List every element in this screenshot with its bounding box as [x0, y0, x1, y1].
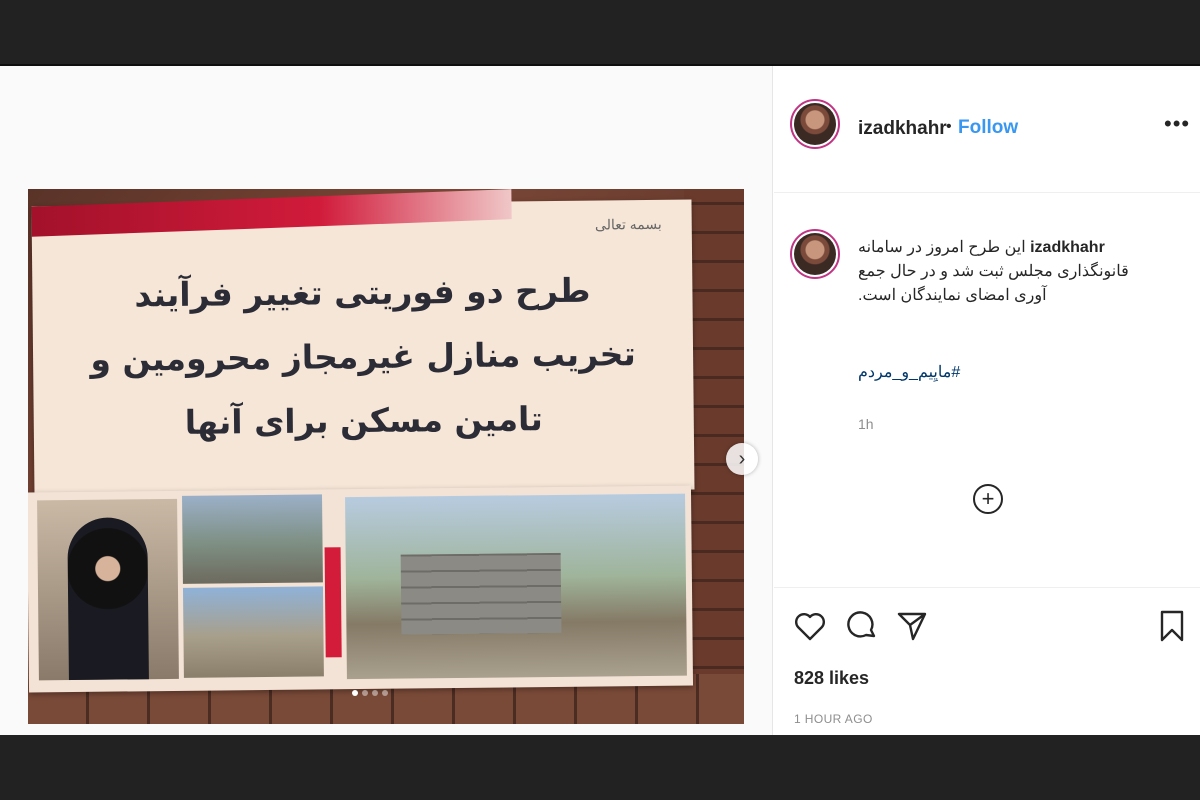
- posted-time: 1 HOUR AGO: [794, 712, 873, 726]
- carousel-dots: [352, 690, 388, 696]
- top-letterbox: [0, 0, 1200, 64]
- post-media-panel: بسمه تعالی طرح دو فوریتی تغییر فرآیند تخ…: [0, 66, 773, 735]
- post-side-panel: izadkhahr • Follow ••• izadkhahr این طرح…: [774, 66, 1200, 735]
- woman-figure: [67, 517, 150, 681]
- carousel-dot: [382, 690, 388, 696]
- bottom-letterbox: [0, 735, 1200, 800]
- photo-woman: [37, 498, 179, 681]
- caption: izadkhahr این طرح امروز در سامانه قانونگ…: [858, 236, 1158, 308]
- bismillah-text: بسمه تعالی: [594, 215, 662, 233]
- carousel-dot: [372, 690, 378, 696]
- username-link[interactable]: izadkhahr: [858, 118, 947, 140]
- post-header: izadkhahr • Follow •••: [774, 66, 1200, 193]
- separator-dot: •: [946, 118, 952, 135]
- photo-ruins: [182, 586, 324, 678]
- headline-text: طرح دو فوریتی تغییر فرآیند تخریب منازل غ…: [52, 258, 674, 456]
- avatar-image: [794, 233, 836, 275]
- instagram-post-frame: بسمه تعالی طرح دو فوریتی تغییر فرآیند تخ…: [0, 64, 1200, 735]
- caption-time: 1h: [858, 416, 874, 432]
- hashtag-link[interactable]: #مایِیم_و_مردم: [858, 362, 960, 382]
- more-options-icon[interactable]: •••: [1164, 111, 1190, 137]
- load-more-comments-button[interactable]: +: [973, 484, 1003, 514]
- caption-avatar[interactable]: [790, 229, 840, 279]
- block-hut: [400, 552, 562, 635]
- carousel-dot: [352, 690, 358, 696]
- avatar[interactable]: [790, 99, 840, 149]
- carousel-dot: [362, 690, 368, 696]
- action-bar: 828 likes 1 HOUR AGO: [774, 587, 1200, 735]
- photo-street: [182, 494, 323, 584]
- caption-username[interactable]: izadkhahr: [1030, 239, 1105, 256]
- plus-icon: +: [981, 486, 995, 511]
- headline-line-2: تخریب منازل غیرمجاز محرومین و: [90, 334, 636, 379]
- avatar-image: [794, 103, 836, 145]
- comment-icon[interactable]: [844, 608, 880, 644]
- headline-card: بسمه تعالی طرح دو فوریتی تغییر فرآیند تخ…: [31, 189, 695, 497]
- likes-count[interactable]: 828 likes: [794, 668, 869, 689]
- carousel-next-button[interactable]: ›: [726, 443, 758, 475]
- red-ribbon: [31, 189, 512, 237]
- share-icon[interactable]: [894, 608, 930, 644]
- follow-button[interactable]: Follow: [958, 117, 1018, 139]
- headline-line-1: طرح دو فوریتی تغییر فرآیند: [134, 270, 591, 315]
- photo-construction-site: [345, 493, 687, 680]
- heart-icon[interactable]: [792, 608, 828, 644]
- bookmark-icon[interactable]: [1154, 608, 1190, 644]
- chevron-right-icon: ›: [738, 447, 746, 470]
- red-accent-bar: [324, 547, 342, 658]
- post-image[interactable]: بسمه تعالی طرح دو فوریتی تغییر فرآیند تخ…: [28, 189, 744, 724]
- headline-line-3: تامین مسکن برای آنها: [184, 399, 544, 442]
- photo-strip: [28, 485, 694, 693]
